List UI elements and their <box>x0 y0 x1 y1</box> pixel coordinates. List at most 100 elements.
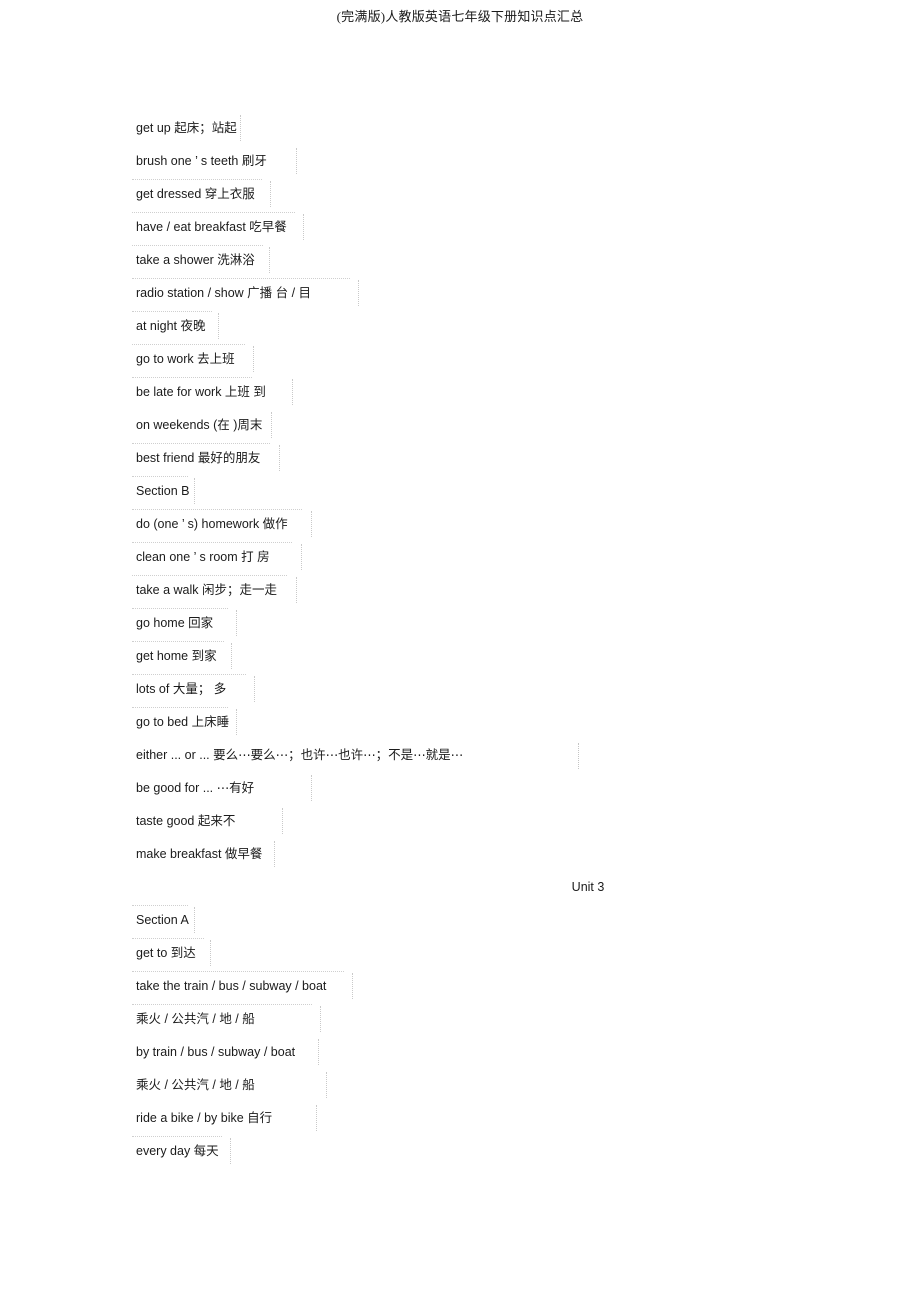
vocabulary-entry-text: ride a bike / by bike 自行 <box>136 1111 273 1125</box>
cell-rule-top <box>132 1136 222 1137</box>
cell-rule-right <box>303 214 304 240</box>
unit-heading: Unit 3 <box>136 871 796 904</box>
cell-rule-right <box>270 181 271 207</box>
vocabulary-entry: Section B <box>132 475 796 508</box>
vocabulary-entry-text: go to bed 上床睡 <box>136 715 230 729</box>
vocabulary-entry: clean one ’ s room 打 房 <box>132 541 796 574</box>
vocabulary-entry: go home 回家 <box>132 607 796 640</box>
cell-rule-top <box>132 476 188 477</box>
vocabulary-entry-text: at night 夜晚 <box>136 319 206 333</box>
cell-rule-right <box>254 676 255 702</box>
cell-rule-right <box>194 478 195 504</box>
vocabulary-entry: take a shower 洗淋浴 <box>132 244 796 277</box>
vocabulary-entry: go to bed 上床睡 <box>132 706 796 739</box>
cell-rule-top <box>132 1004 312 1005</box>
vocabulary-entry: 乘火 / 公共汽 / 地 / 船 <box>136 1069 796 1102</box>
vocabulary-entry-text: lots of 大量； 多 <box>136 682 227 696</box>
cell-rule-top <box>132 344 245 345</box>
vocabulary-entry-text: on weekends (在 )周末 <box>136 418 263 432</box>
cell-rule-right <box>274 841 275 867</box>
cell-rule-top <box>132 608 228 609</box>
vocabulary-entry-text: 乘火 / 公共汽 / 地 / 船 <box>136 1012 255 1026</box>
cell-rule-right <box>320 1006 321 1032</box>
cell-rule-stray <box>578 743 579 769</box>
document-body: get up 起床；站起 brush one ’ s teeth 刷牙 get dr… <box>132 112 796 1168</box>
vocabulary-entry-text: either ... or ... 要么⋯要么⋯；也许⋯也许⋯；不是⋯就是⋯ <box>136 748 464 762</box>
vocabulary-entry: taste good 起来不 <box>136 805 796 838</box>
cell-rule-right <box>282 808 283 834</box>
vocabulary-entry: get to 到达 <box>132 937 796 970</box>
vocabulary-entry: brush one ’ s teeth 刷牙 <box>136 145 796 178</box>
vocabulary-entry: by train / bus / subway / boat <box>136 1036 796 1069</box>
cell-rule-right <box>352 973 353 999</box>
vocabulary-entry-text: 乘火 / 公共汽 / 地 / 船 <box>136 1078 255 1092</box>
cell-rule-top <box>132 311 212 312</box>
entry-list-unit2: get up 起床；站起 brush one ’ s teeth 刷牙 get dr… <box>132 112 796 871</box>
vocabulary-entry: radio station / show 广播 台 / 目 <box>132 277 796 310</box>
vocabulary-entry-text: be late for work 上班 到 <box>136 385 266 399</box>
vocabulary-entry: ride a bike / by bike 自行 <box>136 1102 796 1135</box>
cell-rule-top <box>132 938 204 939</box>
vocabulary-entry-text: every day 每天 <box>136 1144 219 1158</box>
cell-rule-right <box>318 1039 319 1065</box>
vocabulary-entry-text: Section B <box>136 484 190 498</box>
vocabulary-entry: on weekends (在 )周末 <box>136 409 796 442</box>
vocabulary-entry-text: have / eat breakfast 吃早餐 <box>136 220 287 234</box>
cell-rule-right <box>210 940 211 966</box>
cell-rule-top <box>132 179 262 180</box>
cell-rule-right <box>301 544 302 570</box>
vocabulary-entry-text: get home 到家 <box>136 649 217 663</box>
cell-rule-right <box>271 412 272 438</box>
vocabulary-entry-text: take a walk 闲步；走一走 <box>136 583 278 597</box>
cell-rule-right <box>292 379 293 405</box>
vocabulary-entry-text: take the train / bus / subway / boat <box>136 979 327 993</box>
vocabulary-entry-text: get up 起床；站起 <box>136 121 237 135</box>
unit-heading-label: Unit 3 <box>571 880 605 894</box>
cell-rule-right <box>316 1105 317 1131</box>
cell-rule-top <box>132 674 246 675</box>
cell-rule-right <box>194 907 195 933</box>
cell-rule-top <box>132 443 270 444</box>
vocabulary-entry: take a walk 闲步；走一走 <box>132 574 796 607</box>
vocabulary-entry-text: brush one ’ s teeth 刷牙 <box>136 154 267 168</box>
vocabulary-entry: 乘火 / 公共汽 / 地 / 船 <box>132 1003 796 1036</box>
cell-rule-right <box>311 511 312 537</box>
vocabulary-entry: be good for ... ⋯有好 <box>136 772 796 805</box>
cell-rule-top <box>132 377 252 378</box>
cell-rule-top <box>132 278 350 279</box>
vocabulary-entry: take the train / bus / subway / boat <box>132 970 796 1003</box>
cell-rule-top <box>132 575 287 576</box>
vocabulary-entry-text: make breakfast 做早餐 <box>136 847 263 861</box>
vocabulary-entry-text: by train / bus / subway / boat <box>136 1045 296 1059</box>
vocabulary-entry-text: taste good 起来不 <box>136 814 236 828</box>
vocabulary-entry-text: Section A <box>136 913 189 927</box>
cell-rule-right <box>231 643 232 669</box>
vocabulary-entry: get home 到家 <box>132 640 796 673</box>
cell-rule-right <box>326 1072 327 1098</box>
vocabulary-entry-text: radio station / show 广播 台 / 目 <box>136 286 312 300</box>
cell-rule-top <box>132 212 295 213</box>
vocabulary-entry-text: do (one ’ s) homework 做作 <box>136 517 288 531</box>
vocabulary-entry: get dressed 穿上衣服 <box>132 178 796 211</box>
vocabulary-entry-text: be good for ... ⋯有好 <box>136 781 255 795</box>
cell-rule-top <box>132 971 344 972</box>
cell-rule-top <box>132 245 263 246</box>
cell-rule-right <box>279 445 280 471</box>
cell-rule-right <box>358 280 359 306</box>
vocabulary-entry-text: go home 回家 <box>136 616 214 630</box>
vocabulary-entry: make breakfast 做早餐 <box>136 838 796 871</box>
vocabulary-entry: at night 夜晚 <box>132 310 796 343</box>
cell-rule-top <box>132 641 224 642</box>
cell-rule-top <box>132 509 302 510</box>
vocabulary-entry-text: get to 到达 <box>136 946 196 960</box>
entry-list-unit3: Section A get to 到达 take the train / bus /… <box>132 904 796 1168</box>
cell-rule-right <box>218 313 219 339</box>
vocabulary-entry: go to work 去上班 <box>132 343 796 376</box>
vocabulary-entry: have / eat breakfast 吃早餐 <box>132 211 796 244</box>
vocabulary-entry-text: get dressed 穿上衣服 <box>136 187 255 201</box>
vocabulary-entry-text: go to work 去上班 <box>136 352 235 366</box>
vocabulary-entry-text: best friend 最好的朋友 <box>136 451 261 465</box>
vocabulary-entry: Section A <box>132 904 796 937</box>
cell-rule-top <box>132 905 188 906</box>
cell-rule-right <box>296 577 297 603</box>
